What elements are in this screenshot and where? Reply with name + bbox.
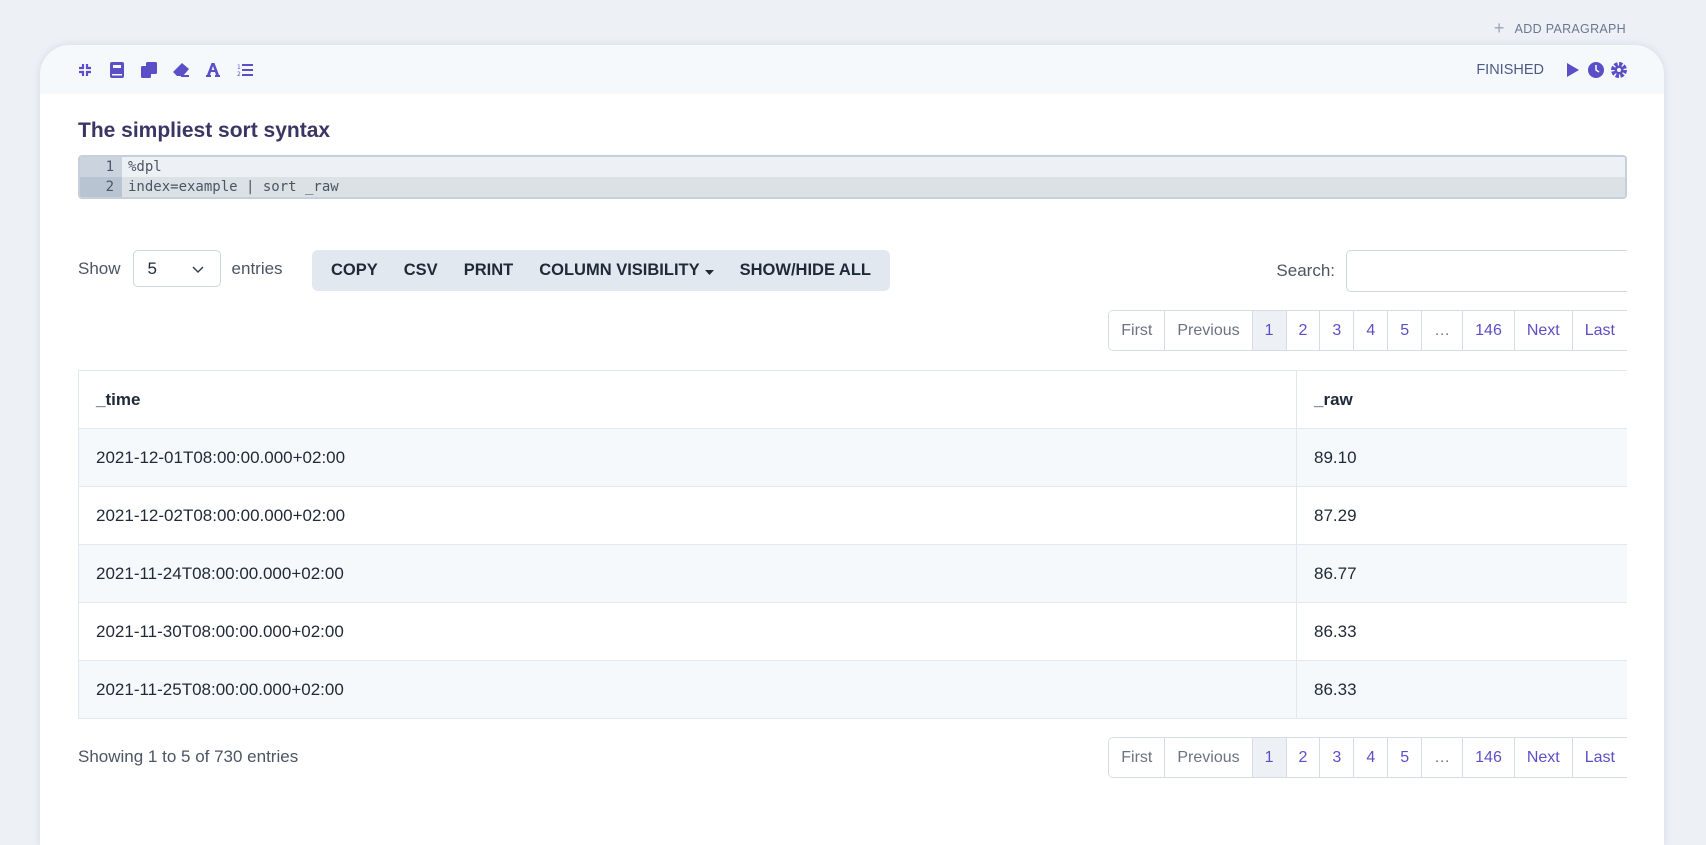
cell-raw: 89.10 — [1296, 428, 1627, 487]
code-line: 1 %dpl — [80, 157, 1625, 177]
page-ellipsis: … — [1422, 738, 1464, 777]
paragraph-toolbar: 12 FINISHED — [40, 45, 1664, 94]
table-row: 2021-12-02T08:00:00.000+02:00 87.29 — [78, 486, 1627, 545]
page-1[interactable]: 1 — [1252, 311, 1287, 350]
table-info: Showing 1 to 5 of 730 entries — [78, 747, 299, 766]
page-146[interactable]: 146 — [1463, 311, 1515, 350]
cell-time: 2021-12-01T08:00:00.000+02:00 — [78, 428, 1297, 487]
column-header-raw[interactable]: _raw — [1296, 370, 1627, 429]
page-1[interactable]: 1 — [1252, 738, 1287, 777]
page-2[interactable]: 2 — [1286, 738, 1321, 777]
code-text: index=example | sort _raw — [122, 177, 1625, 197]
line-number: 1 — [80, 157, 122, 177]
paragraph-title: The simpliest sort syntax — [78, 119, 331, 142]
entries-select[interactable]: 5 — [132, 250, 221, 287]
list-ol-icon[interactable]: 12 — [236, 61, 254, 79]
cell-time: 2021-11-24T08:00:00.000+02:00 — [78, 544, 1297, 603]
caret-down-icon — [704, 261, 714, 280]
page-3[interactable]: 3 — [1320, 738, 1355, 777]
compress-icon[interactable] — [76, 61, 94, 79]
export-buttons: COPY CSV PRINT COLUMN VISIBILITY SHOW/HI… — [312, 250, 891, 291]
search-input[interactable] — [1346, 250, 1627, 292]
cell-time: 2021-11-25T08:00:00.000+02:00 — [78, 660, 1297, 719]
paragraph-card: 12 FINISHED The simpliest sort syntax 1%… — [40, 45, 1664, 845]
line-number: 2 — [80, 177, 122, 197]
print-button[interactable]: PRINT — [451, 261, 527, 280]
cell-raw: 86.33 — [1296, 660, 1627, 719]
svg-text:2: 2 — [237, 71, 241, 77]
results-table: _time _raw 2021-12-01T08:00:00.000+02:00… — [78, 370, 1627, 719]
table-row: 2021-11-25T08:00:00.000+02:00 86.33 — [78, 660, 1627, 719]
page-2[interactable]: 2 — [1286, 311, 1321, 350]
table-row: 2021-11-24T08:00:00.000+02:00 86.77 — [78, 544, 1627, 603]
show-label: Show — [78, 258, 121, 278]
search-control: Search: — [1276, 250, 1627, 292]
search-label: Search: — [1276, 261, 1335, 280]
plus-icon: + — [1493, 18, 1505, 38]
pagination-top: First Previous 1 2 3 4 5 … 146 Next Last — [1108, 310, 1627, 351]
status-label: FINISHED — [1476, 61, 1544, 78]
entries-value: 5 — [147, 258, 157, 278]
page-first[interactable]: First — [1109, 738, 1166, 777]
page-previous[interactable]: Previous — [1165, 311, 1253, 350]
column-header-time[interactable]: _time — [78, 370, 1297, 429]
cell-raw: 87.29 — [1296, 486, 1627, 545]
page-4[interactable]: 4 — [1354, 311, 1389, 350]
cell-time: 2021-11-30T08:00:00.000+02:00 — [78, 602, 1297, 661]
column-visibility-button[interactable]: COLUMN VISIBILITY — [526, 261, 726, 280]
page-previous[interactable]: Previous — [1165, 738, 1253, 777]
page-146[interactable]: 146 — [1463, 738, 1515, 777]
entries-label: entries — [231, 258, 283, 278]
code-text: %dpl — [128, 159, 162, 175]
csv-button[interactable]: CSV — [391, 261, 451, 280]
svg-text:1: 1 — [237, 64, 241, 71]
page-3[interactable]: 3 — [1320, 311, 1355, 350]
show-hide-all-button[interactable]: SHOW/HIDE ALL — [727, 261, 884, 280]
page-first[interactable]: First — [1109, 311, 1166, 350]
page-5[interactable]: 5 — [1388, 311, 1423, 350]
code-editor[interactable]: 1 %dpl 2 index=example | sort _raw — [78, 155, 1627, 199]
column-visibility-label: COLUMN VISIBILITY — [539, 261, 700, 279]
gear-icon[interactable] — [1610, 61, 1628, 79]
cell-time: 2021-12-02T08:00:00.000+02:00 — [78, 486, 1297, 545]
page-4[interactable]: 4 — [1354, 738, 1389, 777]
add-paragraph-label: ADD PARAGRAPH — [1514, 21, 1626, 36]
page-next[interactable]: Next — [1514, 311, 1573, 350]
run-icon[interactable] — [1564, 61, 1582, 79]
clock-icon[interactable] — [1587, 61, 1605, 79]
cell-raw: 86.77 — [1296, 544, 1627, 603]
copy-icon[interactable] — [140, 61, 158, 79]
page-next[interactable]: Next — [1514, 738, 1573, 777]
add-paragraph-button[interactable]: + ADD PARAGRAPH — [1494, 18, 1626, 39]
cell-raw: 86.33 — [1296, 602, 1627, 661]
chevron-down-icon — [192, 259, 204, 279]
book-icon[interactable] — [108, 61, 126, 79]
table-row: 2021-12-01T08:00:00.000+02:00 89.10 — [78, 428, 1627, 487]
page-last[interactable]: Last — [1572, 738, 1627, 777]
entries-length-control: Show 5 entries — [78, 250, 283, 287]
code-line: 2 index=example | sort _raw — [80, 177, 1625, 197]
table-row: 2021-11-30T08:00:00.000+02:00 86.33 — [78, 602, 1627, 661]
eraser-icon[interactable] — [172, 61, 190, 79]
pagination-bottom: First Previous 1 2 3 4 5 … 146 Next Last — [1108, 737, 1627, 778]
page-last[interactable]: Last — [1572, 311, 1627, 350]
page-ellipsis: … — [1422, 311, 1464, 350]
font-icon[interactable] — [204, 61, 222, 79]
page-5[interactable]: 5 — [1388, 738, 1423, 777]
copy-button[interactable]: COPY — [318, 261, 391, 280]
